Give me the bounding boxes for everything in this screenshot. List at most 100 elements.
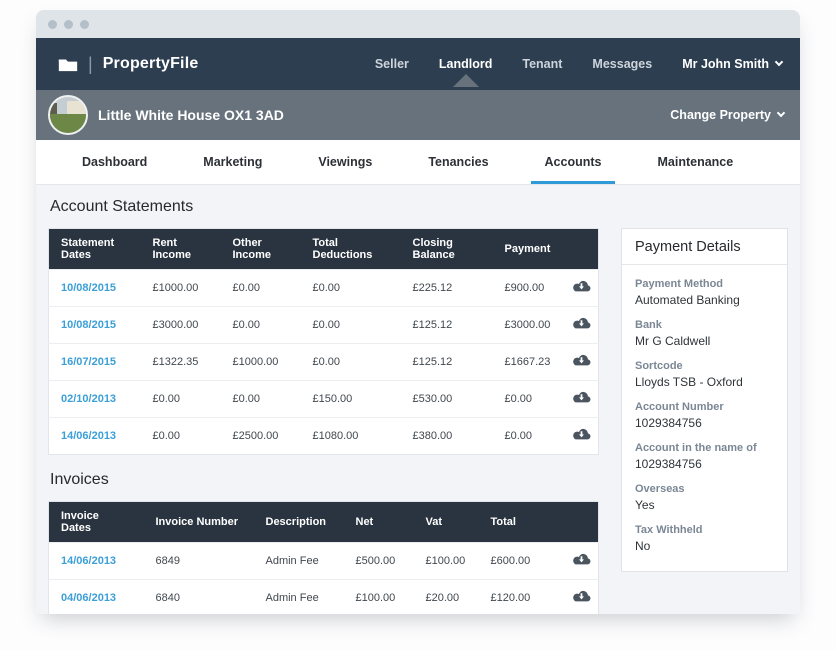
payment-details-title: Payment Details [622, 229, 787, 265]
column-header: Description [254, 502, 344, 543]
field-label: Account in the name of [635, 442, 774, 454]
field-value: Automated Banking [635, 293, 774, 307]
cloud-download-icon[interactable] [571, 353, 592, 368]
cloud-download-icon[interactable] [571, 427, 592, 442]
payment-detail-field: Bank Mr G Caldwell [635, 319, 774, 348]
cell: £125.12 [401, 307, 493, 344]
field-value: 1029384756 [635, 416, 774, 430]
window-close-dot[interactable] [48, 20, 57, 29]
property-avatar [48, 95, 88, 135]
cloud-download-icon[interactable] [571, 552, 592, 567]
tab-accounts[interactable]: Accounts [531, 140, 616, 184]
chevron-down-icon [777, 109, 785, 117]
cloud-download-icon[interactable] [571, 589, 592, 604]
field-value: No [635, 539, 774, 553]
cell: £600.00 [479, 543, 559, 580]
cell: £0.00 [493, 381, 559, 418]
cell: £0.00 [221, 307, 301, 344]
cell: £150.00 [301, 381, 401, 418]
browser-chrome [36, 10, 800, 38]
invoice-date-link[interactable]: 04/06/2013 [61, 592, 116, 604]
column-header: Payment [493, 229, 559, 270]
statements-title: Account Statements [50, 198, 599, 216]
field-value: Yes [635, 498, 774, 512]
cell: £0.00 [141, 418, 221, 455]
property-bar: Little White House OX1 3AD Change Proper… [36, 90, 800, 140]
cell: £0.00 [221, 270, 301, 307]
cell: £0.00 [493, 418, 559, 455]
field-value: Mr G Caldwell [635, 334, 774, 348]
change-property-button[interactable]: Change Property [670, 108, 784, 122]
logo-separator: | [88, 54, 93, 75]
cell: £2500.00 [221, 418, 301, 455]
payment-detail-field: Sortcode Lloyds TSB - Oxford [635, 360, 774, 389]
tab-dashboard[interactable]: Dashboard [68, 140, 161, 184]
column-header-empty [559, 229, 599, 270]
window-minimize-dot[interactable] [64, 20, 73, 29]
folder-icon [58, 57, 78, 72]
cell: £530.00 [401, 381, 493, 418]
tab-bar: Dashboard Marketing Viewings Tenancies A… [36, 140, 800, 185]
cell: £1667.23 [493, 344, 559, 381]
tab-tenancies[interactable]: Tenancies [414, 140, 502, 184]
cloud-download-icon[interactable] [571, 316, 592, 331]
nav-items: Seller Landlord Tenant Messages Mr John … [375, 57, 782, 71]
cell: Admin Fee [254, 543, 344, 580]
column-header: Total Deductions [301, 229, 401, 270]
nav-item-messages[interactable]: Messages [592, 57, 652, 71]
column-header: Invoice Dates [49, 502, 144, 543]
cell: £1000.00 [141, 270, 221, 307]
column-header: Closing Balance [401, 229, 493, 270]
tab-marketing[interactable]: Marketing [189, 140, 276, 184]
cell: £3000.00 [141, 307, 221, 344]
field-value: 1029384756 [635, 457, 774, 471]
cell: £0.00 [301, 307, 401, 344]
statements-header-row: Statement Dates Rent Income Other Income… [49, 229, 599, 270]
cell: £125.12 [401, 344, 493, 381]
top-nav: | PropertyFile Seller Landlord Tenant Me… [36, 38, 800, 90]
user-menu[interactable]: Mr John Smith [682, 57, 782, 71]
field-label: Tax Withheld [635, 524, 774, 536]
tab-maintenance[interactable]: Maintenance [643, 140, 747, 184]
field-label: Payment Method [635, 278, 774, 290]
cell: £3000.00 [493, 307, 559, 344]
tab-viewings[interactable]: Viewings [304, 140, 386, 184]
nav-item-seller[interactable]: Seller [375, 57, 409, 71]
user-name: Mr John Smith [682, 57, 769, 71]
payment-detail-field: Account in the name of 1029384756 [635, 442, 774, 471]
statement-date-link[interactable]: 16/07/2015 [61, 356, 116, 368]
chevron-down-icon [775, 58, 783, 66]
column-header: Net [344, 502, 414, 543]
window-maximize-dot[interactable] [80, 20, 89, 29]
payment-detail-field: Account Number 1029384756 [635, 401, 774, 430]
table-row: 10/08/2015 £3000.00 £0.00 £0.00 £125.12 … [49, 307, 599, 344]
cell: £0.00 [221, 381, 301, 418]
statement-date-link[interactable]: 10/08/2015 [61, 319, 116, 331]
nav-item-landlord[interactable]: Landlord [439, 57, 492, 71]
cell: £100.00 [414, 543, 479, 580]
statement-date-link[interactable]: 02/10/2013 [61, 393, 116, 405]
cloud-download-icon[interactable] [571, 390, 592, 405]
tables-column: Account Statements Statement Dates Rent … [48, 195, 599, 614]
field-label: Sortcode [635, 360, 774, 372]
statement-date-link[interactable]: 14/06/2013 [61, 430, 116, 442]
cell: £1000.00 [221, 344, 301, 381]
statement-date-link[interactable]: 10/08/2015 [61, 282, 116, 294]
field-label: Overseas [635, 483, 774, 495]
invoice-date-link[interactable]: 14/06/2013 [61, 555, 116, 567]
logo-text: PropertyFile [103, 55, 199, 73]
invoices-table: Invoice Dates Invoice Number Description… [48, 501, 599, 614]
payment-details-body: Payment Method Automated Banking Bank Mr… [622, 265, 787, 571]
nav-item-tenant[interactable]: Tenant [522, 57, 562, 71]
field-label: Account Number [635, 401, 774, 413]
cell: £900.00 [493, 270, 559, 307]
cloud-download-icon[interactable] [571, 279, 592, 294]
table-row: 04/06/2013 6840 Admin Fee £100.00 £20.00… [49, 580, 599, 615]
payment-detail-field: Payment Method Automated Banking [635, 278, 774, 307]
field-label: Bank [635, 319, 774, 331]
cell: £1322.35 [141, 344, 221, 381]
cell: Admin Fee [254, 580, 344, 615]
cell: £20.00 [414, 580, 479, 615]
app-logo[interactable]: | PropertyFile [58, 54, 198, 75]
cell: £100.00 [344, 580, 414, 615]
